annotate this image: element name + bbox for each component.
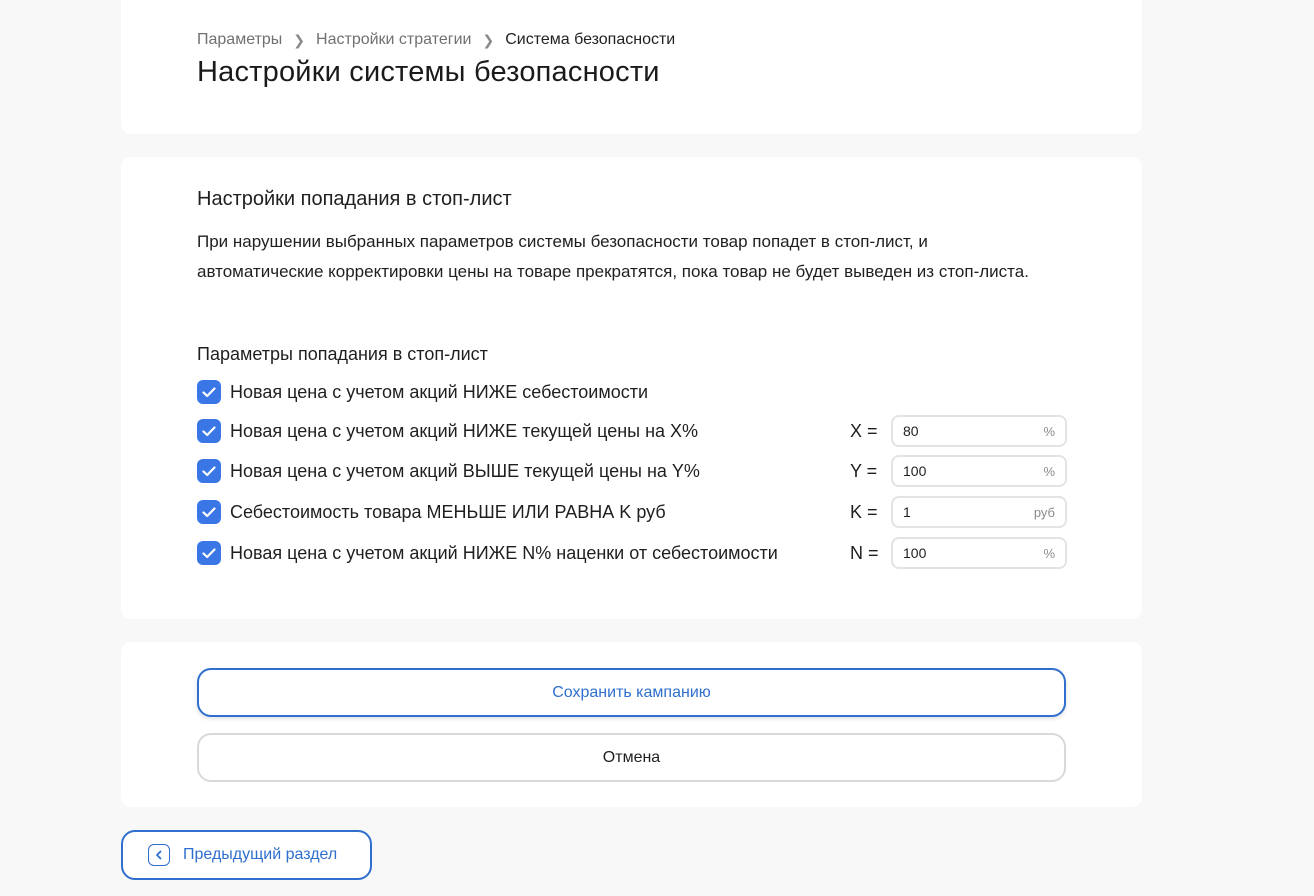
input-value: 80: [903, 423, 919, 439]
param-row-cost-less-equal: Себестоимость товара МЕНЬШЕ ИЛИ РАВНА K …: [197, 496, 1067, 528]
chevron-right-icon: ❯: [293, 31, 306, 48]
checkbox-below-current-price[interactable]: [197, 419, 221, 443]
param-row-below-cost: Новая цена с учетом акций НИЖЕ себестоим…: [197, 376, 1067, 408]
y-percent-input[interactable]: 100 %: [891, 455, 1067, 487]
cancel-button[interactable]: Отмена: [197, 733, 1066, 782]
param-label: Новая цена с учетом акций ВЫШЕ текущей ц…: [230, 460, 700, 481]
breadcrumb-item-security-system: Система безопасности: [505, 31, 676, 48]
checkbox-below-cost[interactable]: [197, 380, 221, 404]
input-unit: %: [1043, 463, 1055, 479]
x-percent-input[interactable]: 80 %: [891, 415, 1067, 447]
check-icon: [202, 547, 216, 558]
n-percent-input[interactable]: 100 %: [891, 537, 1067, 569]
previous-section-label: Предыдущий раздел: [183, 846, 338, 863]
param-label: Новая цена с учетом акций НИЖЕ N% наценк…: [230, 542, 778, 563]
stoplist-settings-card: Настройки попадания в стоп-лист При нару…: [121, 157, 1142, 619]
var-label-k: K =: [850, 502, 878, 522]
input-unit: %: [1043, 545, 1055, 561]
save-campaign-button[interactable]: Сохранить кампанию: [197, 668, 1066, 717]
check-icon: [202, 465, 216, 476]
check-icon: [202, 386, 216, 397]
header-card: Параметры ❯ Настройки стратегии ❯ Систем…: [121, 0, 1142, 134]
checkbox-cost-less-equal[interactable]: [197, 500, 221, 524]
var-label-y: Y =: [850, 461, 878, 481]
input-unit: %: [1043, 423, 1055, 439]
param-row-below-markup: Новая цена с учетом акций НИЖЕ N% наценк…: [197, 537, 1067, 569]
param-label: Себестоимость товара МЕНЬШЕ ИЛИ РАВНА K …: [230, 501, 666, 522]
input-value: 100: [903, 463, 927, 479]
section-title: Настройки попадания в стоп-лист: [197, 188, 512, 210]
k-rub-input[interactable]: 1 руб: [891, 496, 1067, 528]
page-title: Настройки системы безопасности: [197, 56, 660, 88]
checkbox-above-current-price[interactable]: [197, 459, 221, 483]
breadcrumb: Параметры ❯ Настройки стратегии ❯ Систем…: [197, 31, 675, 49]
checkbox-below-markup[interactable]: [197, 541, 221, 565]
input-unit: руб: [1033, 504, 1055, 520]
chevron-right-icon: ❯: [482, 31, 495, 48]
input-value: 1: [903, 504, 911, 520]
stoplist-description: При нарушении выбранных параметров систе…: [197, 232, 1029, 281]
var-label-n: N =: [850, 543, 879, 563]
previous-section-button[interactable]: Предыдущий раздел: [121, 830, 372, 880]
param-label: Новая цена с учетом акций НИЖЕ себестоим…: [230, 381, 649, 402]
breadcrumb-item-strategy-settings[interactable]: Настройки стратегии: [316, 31, 471, 49]
check-icon: [202, 506, 216, 517]
param-label: Новая цена с учетом акций НИЖЕ текущей ц…: [230, 420, 699, 441]
param-row-below-current-price: Новая цена с учетом акций НИЖЕ текущей ц…: [197, 415, 1067, 447]
check-icon: [202, 425, 216, 436]
params-title: Параметры попадания в стоп-лист: [197, 344, 488, 364]
var-label-x: X =: [850, 421, 878, 441]
actions-card: Сохранить кампанию Отмена: [121, 642, 1142, 807]
chevron-left-icon: [148, 844, 170, 866]
input-value: 100: [903, 545, 927, 561]
param-row-above-current-price: Новая цена с учетом акций ВЫШЕ текущей ц…: [197, 455, 1067, 487]
breadcrumb-item-parameters[interactable]: Параметры: [197, 31, 282, 49]
